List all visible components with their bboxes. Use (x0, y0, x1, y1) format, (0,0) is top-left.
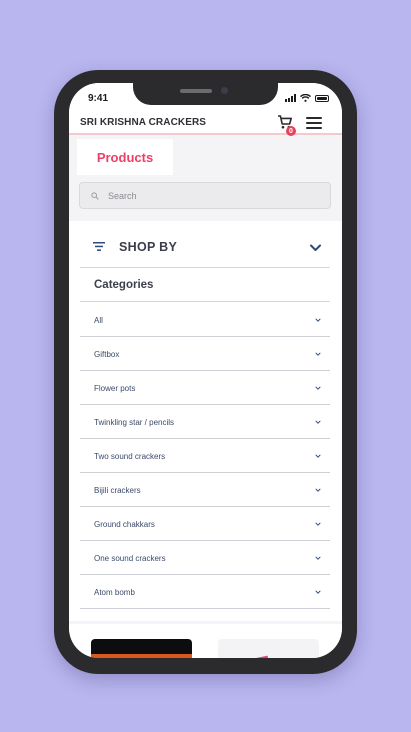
app-header: SRI KRISHNA CRACKERS 0 (69, 109, 342, 136)
app-screen: 9:41 SRI KRISHNA CRACKERS 0 Products Sea… (69, 83, 342, 658)
search-bar (79, 182, 331, 209)
category-item-one-sound-crackers[interactable]: One sound crackers (80, 541, 330, 575)
category-item-twinkling-star[interactable]: Twinkling star / pencils (80, 405, 330, 439)
chevron-down-icon (315, 352, 321, 356)
filter-panel: SHOP BY Categories All Giftbox Flower po… (69, 221, 342, 621)
chevron-down-icon (315, 556, 321, 560)
category-item-bijili-crackers[interactable]: Bijili crackers (80, 473, 330, 507)
category-label: All (94, 316, 103, 325)
category-label: Two sound crackers (94, 452, 166, 461)
chevron-down-icon (315, 420, 321, 424)
categories-label: Categories (94, 279, 154, 291)
category-item-giftbox[interactable]: Giftbox (80, 337, 330, 371)
status-time: 9:41 (88, 93, 109, 104)
chevron-down-icon (315, 590, 321, 594)
chevron-down-icon (315, 318, 321, 322)
category-label: One sound crackers (94, 554, 166, 563)
product-card-image[interactable] (218, 639, 319, 658)
search-icon (91, 191, 99, 200)
category-item-two-sound-crackers[interactable]: Two sound crackers (80, 439, 330, 473)
chevron-down-icon (315, 386, 321, 390)
cart-count-badge: 0 (286, 126, 296, 136)
chevron-down-icon[interactable] (310, 244, 321, 252)
wifi-icon (300, 94, 311, 102)
status-icons (285, 94, 329, 102)
product-image-detail (91, 654, 192, 658)
product-image-detail (253, 655, 269, 658)
category-label: Ground chakkars (94, 520, 155, 529)
brand-name[interactable]: SRI KRISHNA CRACKERS (80, 117, 206, 128)
category-item-ground-chakkars[interactable]: Ground chakkars (80, 507, 330, 541)
front-camera (221, 87, 228, 94)
product-grid (69, 624, 342, 658)
category-item-atom-bomb[interactable]: Atom bomb (80, 575, 330, 609)
chevron-down-icon (315, 454, 321, 458)
product-card-image[interactable] (91, 639, 192, 658)
category-item-flower-pots[interactable]: Flower pots (80, 371, 330, 405)
categories-header: Categories (80, 269, 330, 302)
chevron-down-icon (315, 522, 321, 526)
tab-products[interactable]: Products (77, 139, 173, 175)
chevron-down-icon (315, 488, 321, 492)
signal-icon (285, 94, 296, 102)
category-label: Giftbox (94, 350, 120, 359)
phone-notch (133, 83, 278, 105)
category-label: Flower pots (94, 384, 136, 393)
speaker-grille (180, 89, 212, 93)
battery-icon (315, 94, 329, 102)
category-item-all[interactable]: All (80, 303, 330, 337)
category-label: Atom bomb (94, 588, 135, 597)
category-list: All Giftbox Flower pots Twinkling star /… (80, 303, 330, 609)
shop-by-label: SHOP BY (119, 240, 178, 254)
hamburger-menu-icon[interactable] (306, 117, 322, 129)
category-label: Bijili crackers (94, 486, 141, 495)
shop-by-header[interactable]: SHOP BY (80, 226, 330, 268)
category-label: Twinkling star / pencils (94, 418, 175, 427)
search-input[interactable] (108, 190, 308, 201)
filter-icon (93, 242, 105, 251)
